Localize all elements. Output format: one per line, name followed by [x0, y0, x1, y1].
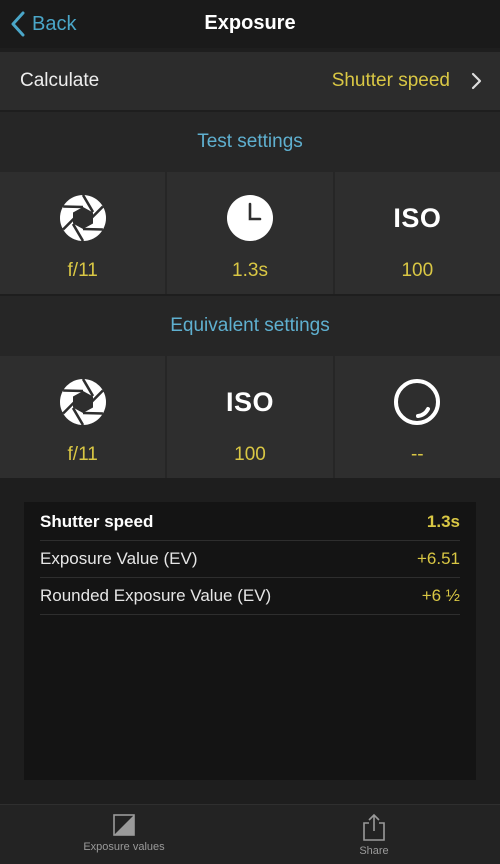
equivalent-aperture-value: f/11: [67, 444, 98, 465]
result-value: 1.3s: [426, 512, 460, 531]
equivalent-shutter-value: --: [410, 444, 424, 465]
result-label: Rounded Exposure Value (EV): [40, 586, 272, 605]
tab-exposure-values[interactable]: Exposure values: [54, 813, 194, 864]
page-title: Exposure: [204, 12, 296, 34]
clock-icon: [226, 195, 273, 241]
test-iso-cell[interactable]: ISO 100: [334, 172, 500, 294]
test-settings-header: Test settings: [0, 112, 500, 172]
share-icon: [363, 813, 385, 841]
aperture-icon: [59, 378, 106, 426]
iso-icon: ISO: [393, 202, 442, 233]
result-row-rounded-ev: Rounded Exposure Value (EV) +6 ½: [40, 578, 460, 615]
test-settings-row: f/11 1.3s ISO 100: [0, 172, 500, 294]
aperture-icon: [59, 194, 106, 242]
result-value: +6 ½: [421, 586, 460, 605]
tab-label: Share: [359, 845, 389, 857]
equivalent-iso-value: 100: [234, 444, 266, 465]
equivalent-shutter-cell[interactable]: --: [334, 356, 500, 478]
calculate-label: Calculate: [20, 70, 100, 91]
calculate-value: Shutter speed: [331, 70, 450, 91]
calculate-row[interactable]: Calculate Shutter speed: [0, 52, 500, 110]
tab-bar: Exposure values Share: [0, 804, 500, 864]
result-value: +6.51: [416, 549, 460, 568]
test-shutter-value: 1.3s: [232, 260, 268, 281]
iso-icon: ISO: [225, 386, 274, 417]
navigation-bar: Back Exposure: [0, 0, 500, 48]
test-iso-value: 100: [401, 260, 434, 281]
tab-share[interactable]: Share: [304, 813, 444, 864]
equivalent-settings-row: f/11 ISO 100 --: [0, 356, 500, 478]
result-row-ev: Exposure Value (EV) +6.51: [40, 541, 460, 578]
equivalent-aperture-cell[interactable]: f/11: [0, 356, 168, 478]
tab-label: Exposure values: [83, 841, 165, 853]
results-panel: Shutter speed 1.3s Exposure Value (EV) +…: [24, 502, 476, 780]
result-label: Shutter speed: [40, 512, 154, 531]
equivalent-iso-cell[interactable]: ISO 100: [167, 356, 335, 478]
test-shutter-cell[interactable]: 1.3s: [167, 172, 335, 294]
shutter-ring-icon: [394, 379, 441, 425]
result-row-shutter-speed: Shutter speed 1.3s: [40, 504, 460, 541]
test-aperture-value: f/11: [67, 260, 98, 281]
result-label: Exposure Value (EV): [40, 549, 198, 568]
exposure-values-icon: [113, 814, 135, 836]
equivalent-settings-header: Equivalent settings: [0, 296, 500, 356]
test-aperture-cell[interactable]: f/11: [0, 172, 168, 294]
chevron-right-icon: [471, 72, 482, 90]
